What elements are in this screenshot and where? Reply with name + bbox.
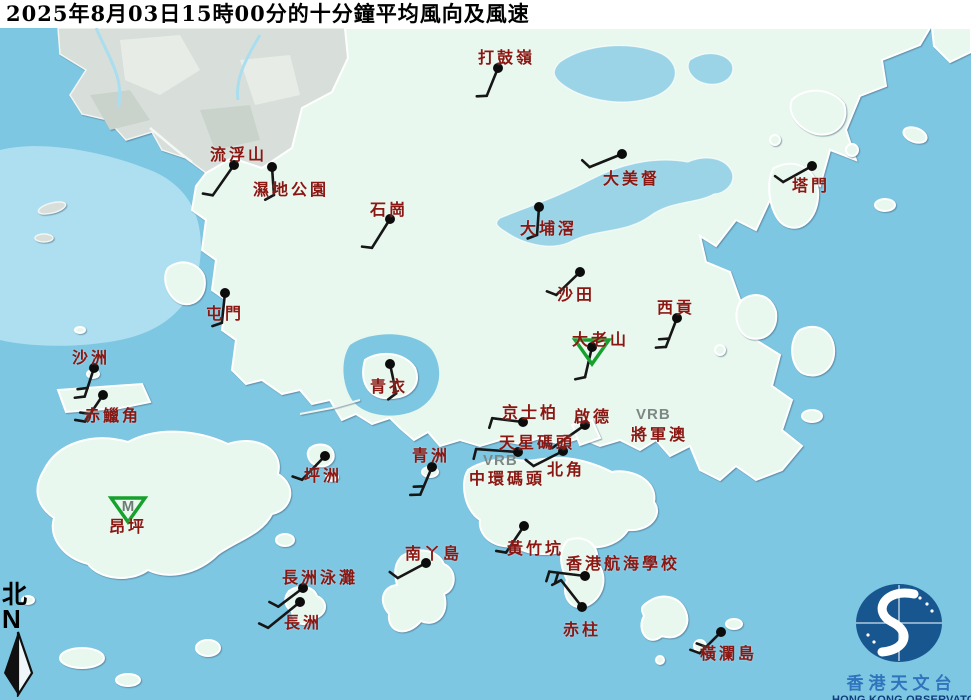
station-label: 橫瀾島: [700, 640, 757, 664]
station-label: 流浮山: [210, 141, 267, 165]
station-dot: [519, 521, 529, 531]
station-dot: [385, 359, 395, 369]
station-label: 京士柏: [502, 399, 559, 423]
station-label: 香港航海學校: [566, 550, 680, 574]
station-label: 青衣: [370, 373, 408, 397]
station-label: 坪洲: [304, 462, 342, 486]
station-label: 塔門: [792, 172, 830, 196]
station-label: 啟德: [574, 403, 612, 427]
station-label: 青洲: [412, 442, 450, 466]
north-letter-label: N: [2, 607, 36, 631]
station-dot: [320, 451, 330, 461]
stations-layer: 打鼓嶺流浮山濕地公園石崗 大美督 塔門大埔滘沙田西貢 屯門沙洲 大老山赤鱲角 青衣京士柏啟…: [0, 0, 971, 700]
station-label: 赤柱: [563, 616, 601, 640]
station-dot: [617, 149, 627, 159]
station-dot: [807, 161, 817, 171]
station-label: 打鼓嶺: [478, 44, 535, 68]
station-label: 南丫島: [405, 540, 462, 564]
station-label: 中環碼頭: [469, 465, 545, 489]
map-title: 2025年8月03日15時00分的十分鐘平均風向及風速: [0, 0, 971, 28]
station-label: 黃竹坑: [507, 535, 564, 559]
station-dot: [716, 627, 726, 637]
station-dot: [577, 602, 587, 612]
station-label: 長洲: [284, 609, 322, 633]
station-label: 長洲泳灘: [282, 564, 358, 588]
station-dot: [575, 267, 585, 277]
station-label: 大老山: [572, 326, 629, 350]
station-dot: [98, 390, 108, 400]
station-dot: [267, 162, 277, 172]
station-label: 赤鱲角: [84, 402, 141, 426]
station-dot: [295, 597, 305, 607]
station-label: 北角: [547, 456, 585, 480]
station-dot: [534, 202, 544, 212]
wind-map-screen: 2025年8月03日15時00分的十分鐘平均風向及風速 打鼓嶺流浮山濕地公園石崗…: [0, 0, 971, 700]
station-label: 濕地公園: [253, 176, 329, 200]
station-label: 石崗: [370, 196, 408, 220]
station-label: 沙田: [557, 281, 595, 305]
station-dot: [220, 288, 230, 298]
station-label: 沙洲: [72, 344, 110, 368]
station-label: 西貢: [657, 294, 695, 318]
station-label: 大美督: [603, 165, 660, 189]
station-label: 大埔滘: [520, 215, 577, 239]
hko-logo-english: HONG KONG OBSERVATORY: [832, 694, 971, 700]
north-arrow-icon: [2, 631, 34, 697]
hko-logo-chinese: 香港天文台: [832, 669, 971, 694]
station-label: 將軍澳: [631, 421, 688, 445]
hko-logo: 香港天文台 HONG KONG OBSERVATORY: [832, 582, 971, 700]
station-label: 天星碼頭: [499, 429, 575, 453]
north-indicator: 北 N: [2, 581, 36, 697]
station-label: 昂坪: [109, 513, 147, 537]
station-label: 屯門: [206, 300, 244, 324]
hko-logo-icon: [832, 582, 971, 664]
